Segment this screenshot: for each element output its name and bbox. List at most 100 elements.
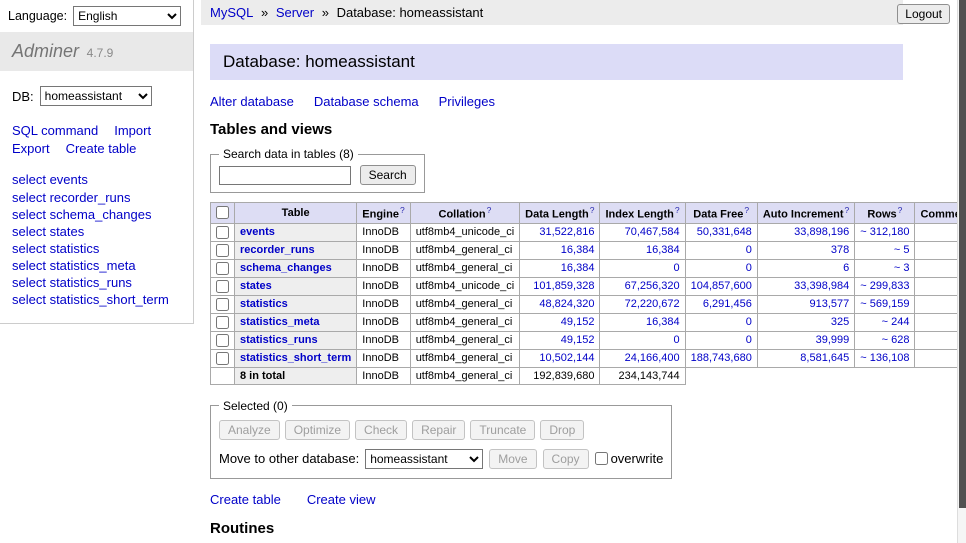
table-link-events[interactable]: events	[240, 226, 275, 238]
move-button[interactable]: Move	[489, 449, 536, 469]
data-free-cell-link[interactable]: 188,743,680	[691, 352, 752, 364]
breadcrumb-item-mysql[interactable]: MySQL	[210, 5, 253, 20]
index-length-cell-link[interactable]: 16,384	[646, 244, 680, 256]
rows-cell-link[interactable]: ~ 5	[894, 244, 910, 256]
data-length-cell-link[interactable]: 31,522,816	[539, 226, 594, 238]
help-icon[interactable]: ?	[898, 205, 903, 215]
help-icon[interactable]: ?	[400, 205, 405, 215]
table-select-link-select-schema-changes[interactable]: select schema_changes	[12, 207, 151, 222]
search-button[interactable]: Search	[360, 165, 416, 185]
bulk-repair-button[interactable]: Repair	[412, 420, 465, 440]
auto-increment-cell-link[interactable]: 913,577	[809, 298, 849, 310]
search-input[interactable]	[219, 166, 351, 185]
index-length-cell-link[interactable]: 67,256,320	[625, 280, 680, 292]
rows-cell-link[interactable]: ~ 569,159	[860, 298, 909, 310]
auto-increment-cell-link[interactable]: 6	[843, 262, 849, 274]
db-action-database-schema[interactable]: Database schema	[314, 94, 419, 109]
row-checkbox[interactable]	[216, 226, 229, 239]
vertical-scrollbar[interactable]	[957, 0, 966, 543]
table-select-link-select-statistics-meta[interactable]: select statistics_meta	[12, 258, 136, 273]
table-select-link-select-statistics[interactable]: select statistics	[12, 241, 99, 256]
db-action-alter-database[interactable]: Alter database	[210, 94, 294, 109]
overwrite-checkbox[interactable]	[595, 452, 608, 465]
table-link-states[interactable]: states	[240, 280, 272, 292]
row-checkbox[interactable]	[216, 352, 229, 365]
table-link-statistics-short-term[interactable]: statistics_short_term	[240, 352, 351, 364]
table-select-link-select-statistics-runs[interactable]: select statistics_runs	[12, 275, 132, 290]
index-length-cell-link[interactable]: 0	[674, 262, 680, 274]
table-select-link-select-recorder-runs[interactable]: select recorder_runs	[12, 190, 131, 205]
db-select[interactable]: homeassistant	[40, 86, 152, 106]
data-length-cell-link[interactable]: 16,384	[561, 262, 595, 274]
data-free-cell-link[interactable]: 0	[746, 334, 752, 346]
table-link-statistics-runs[interactable]: statistics_runs	[240, 334, 318, 346]
table-link-statistics[interactable]: statistics	[240, 298, 288, 310]
table-select-link-select-events[interactable]: select events	[12, 172, 88, 187]
language-select[interactable]: English	[73, 6, 181, 26]
breadcrumb-item-server[interactable]: Server	[276, 5, 314, 20]
help-icon[interactable]: ?	[590, 205, 595, 215]
help-icon[interactable]: ?	[675, 205, 680, 215]
index-length-cell-link[interactable]: 16,384	[646, 316, 680, 328]
help-icon[interactable]: ?	[744, 205, 749, 215]
rows-cell-link[interactable]: ~ 299,833	[860, 280, 909, 292]
bulk-truncate-button[interactable]: Truncate	[470, 420, 535, 440]
table-link-recorder-runs[interactable]: recorder_runs	[240, 244, 315, 256]
data-free-cell-link[interactable]: 0	[746, 316, 752, 328]
bulk-check-button[interactable]: Check	[355, 420, 407, 440]
logout-button[interactable]: Logout	[897, 4, 950, 24]
table-select-link-select-statistics-short-term[interactable]: select statistics_short_term	[12, 292, 169, 307]
auto-increment-cell-link[interactable]: 33,398,984	[794, 280, 849, 292]
sidebar-link-import[interactable]: Import	[114, 122, 151, 140]
sidebar-link-export[interactable]: Export	[12, 140, 50, 158]
data-length-cell-link[interactable]: 48,824,320	[539, 298, 594, 310]
data-length-cell-link[interactable]: 49,152	[561, 316, 595, 328]
row-checkbox[interactable]	[216, 298, 229, 311]
index-length-cell-link[interactable]: 0	[674, 334, 680, 346]
row-checkbox[interactable]	[216, 280, 229, 293]
help-icon[interactable]: ?	[845, 205, 850, 215]
data-length-cell-link[interactable]: 10,502,144	[539, 352, 594, 364]
auto-increment-cell-link[interactable]: 39,999	[816, 334, 850, 346]
auto-increment-cell-link[interactable]: 325	[831, 316, 849, 328]
create-link-create-table[interactable]: Create table	[210, 492, 281, 507]
auto-increment-cell-link[interactable]: 378	[831, 244, 849, 256]
bulk-drop-button[interactable]: Drop	[540, 420, 584, 440]
data-free-cell-link[interactable]: 0	[746, 262, 752, 274]
scrollbar-thumb[interactable]	[959, 0, 966, 508]
copy-button[interactable]: Copy	[543, 449, 589, 469]
data-free-cell-link[interactable]: 50,331,648	[697, 226, 752, 238]
select-all-checkbox[interactable]	[216, 206, 229, 219]
index-length-cell-link[interactable]: 72,220,672	[625, 298, 680, 310]
table-select-link-select-states[interactable]: select states	[12, 224, 84, 239]
auto-increment-cell-link[interactable]: 33,898,196	[794, 226, 849, 238]
bulk-analyze-button[interactable]: Analyze	[219, 420, 280, 440]
sidebar-link-sql-command[interactable]: SQL command	[12, 122, 98, 140]
help-icon[interactable]: ?	[487, 205, 492, 215]
auto-increment-cell-link[interactable]: 8,581,645	[800, 352, 849, 364]
data-length-cell-link[interactable]: 101,859,328	[533, 280, 594, 292]
bulk-optimize-button[interactable]: Optimize	[285, 420, 350, 440]
row-checkbox[interactable]	[216, 334, 229, 347]
index-length-cell-link[interactable]: 70,467,584	[625, 226, 680, 238]
data-length-cell-link[interactable]: 16,384	[561, 244, 595, 256]
row-checkbox[interactable]	[216, 316, 229, 329]
sidebar-link-create-table[interactable]: Create table	[66, 140, 137, 158]
rows-cell-link[interactable]: ~ 312,180	[860, 226, 909, 238]
row-checkbox[interactable]	[216, 262, 229, 275]
row-checkbox[interactable]	[216, 244, 229, 257]
create-link-create-view[interactable]: Create view	[307, 492, 376, 507]
data-length-cell-link[interactable]: 49,152	[561, 334, 595, 346]
move-db-select[interactable]: homeassistant	[365, 449, 483, 469]
table-link-statistics-meta[interactable]: statistics_meta	[240, 316, 320, 328]
rows-cell-link[interactable]: ~ 3	[894, 262, 910, 274]
data-free-cell-link[interactable]: 104,857,600	[691, 280, 752, 292]
table-link-schema-changes[interactable]: schema_changes	[240, 262, 332, 274]
db-action-privileges[interactable]: Privileges	[439, 94, 495, 109]
data-free-cell-link[interactable]: 6,291,456	[703, 298, 752, 310]
index-length-cell-link[interactable]: 24,166,400	[625, 352, 680, 364]
rows-cell-link[interactable]: ~ 136,108	[860, 352, 909, 364]
rows-cell-link[interactable]: ~ 628	[882, 334, 910, 346]
data-free-cell-link[interactable]: 0	[746, 244, 752, 256]
rows-cell-link[interactable]: ~ 244	[882, 316, 910, 328]
